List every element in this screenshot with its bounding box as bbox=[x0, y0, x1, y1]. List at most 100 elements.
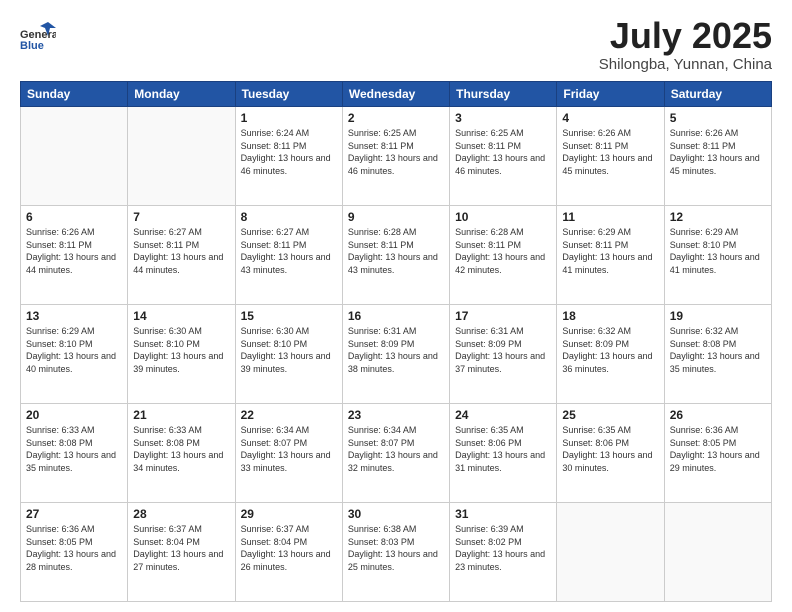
calendar-cell-w2d6: 19Sunrise: 6:32 AM Sunset: 8:08 PM Dayli… bbox=[664, 305, 771, 404]
day-number: 8 bbox=[241, 210, 337, 224]
day-info: Sunrise: 6:35 AM Sunset: 8:06 PM Dayligh… bbox=[562, 424, 658, 474]
day-number: 20 bbox=[26, 408, 122, 422]
day-info: Sunrise: 6:29 AM Sunset: 8:11 PM Dayligh… bbox=[562, 226, 658, 276]
day-number: 3 bbox=[455, 111, 551, 125]
day-info: Sunrise: 6:31 AM Sunset: 8:09 PM Dayligh… bbox=[455, 325, 551, 375]
day-number: 13 bbox=[26, 309, 122, 323]
day-info: Sunrise: 6:37 AM Sunset: 8:04 PM Dayligh… bbox=[133, 523, 229, 573]
day-info: Sunrise: 6:27 AM Sunset: 8:11 PM Dayligh… bbox=[241, 226, 337, 276]
calendar-cell-w1d4: 10Sunrise: 6:28 AM Sunset: 8:11 PM Dayli… bbox=[450, 206, 557, 305]
calendar-cell-w2d5: 18 Sunrise: 6:32 AM Sunset: 8:09 PM Dayli… bbox=[557, 305, 664, 404]
day-number: 1 bbox=[241, 111, 337, 125]
day-info: Sunrise: 6:36 AM Sunset: 8:05 PM Dayligh… bbox=[670, 424, 766, 474]
day-number: 17 bbox=[455, 309, 551, 323]
calendar-cell-w3d2: 22Sunrise: 6:34 AM Sunset: 8:07 PM Dayli… bbox=[235, 404, 342, 503]
day-info: Sunrise: 6:29 AM Sunset: 8:10 PM Dayligh… bbox=[670, 226, 766, 276]
day-number: 10 bbox=[455, 210, 551, 224]
calendar-cell-w3d4: 24Sunrise: 6:35 AM Sunset: 8:06 PM Dayli… bbox=[450, 404, 557, 503]
day-info: Sunrise: 6:33 AM Sunset: 8:08 PM Dayligh… bbox=[133, 424, 229, 474]
calendar-cell-w3d3: 23 Sunrise: 6:34 AM Sunset: 8:07 PM Dayli… bbox=[342, 404, 449, 503]
calendar-cell-w1d6: 12 Sunrise: 6:29 AM Sunset: 8:10 PM Dayli… bbox=[664, 206, 771, 305]
day-info: Sunrise: 6:32 AM Sunset: 8:08 PM Dayligh… bbox=[670, 325, 766, 375]
day-number: 22 bbox=[241, 408, 337, 422]
calendar-cell-w0d2: 1 Sunrise: 6:24 AM Sunset: 8:11 PM Daylig… bbox=[235, 107, 342, 206]
calendar-cell-w4d4: 31 Sunrise: 6:39 AM Sunset: 8:02 PM Dayli… bbox=[450, 503, 557, 602]
day-number: 24 bbox=[455, 408, 551, 422]
day-info: Sunrise: 6:38 AM Sunset: 8:03 PM Dayligh… bbox=[348, 523, 444, 573]
day-number: 26 bbox=[670, 408, 766, 422]
day-number: 15 bbox=[241, 309, 337, 323]
weekday-header-wednesday: Wednesday bbox=[342, 82, 449, 107]
day-number: 28 bbox=[133, 507, 229, 521]
header: General Blue July 2025 Shilongba, Yunnan… bbox=[20, 18, 772, 73]
weekday-header-friday: Friday bbox=[557, 82, 664, 107]
day-number: 7 bbox=[133, 210, 229, 224]
day-number: 27 bbox=[26, 507, 122, 521]
calendar-cell-w1d2: 8 Sunrise: 6:27 AM Sunset: 8:11 PM Daylig… bbox=[235, 206, 342, 305]
title-month: July 2025 bbox=[599, 18, 772, 54]
weekday-header-saturday: Saturday bbox=[664, 82, 771, 107]
weekday-header-monday: Monday bbox=[128, 82, 235, 107]
day-info: Sunrise: 6:26 AM Sunset: 8:11 PM Dayligh… bbox=[670, 127, 766, 177]
day-number: 16 bbox=[348, 309, 444, 323]
day-number: 18 bbox=[562, 309, 658, 323]
calendar-cell-w3d6: 26 Sunrise: 6:36 AM Sunset: 8:05 PM Dayli… bbox=[664, 404, 771, 503]
day-info: Sunrise: 6:28 AM Sunset: 8:11 PM Dayligh… bbox=[348, 226, 444, 276]
day-number: 4 bbox=[562, 111, 658, 125]
day-info: Sunrise: 6:25 AM Sunset: 8:11 PM Dayligh… bbox=[348, 127, 444, 177]
calendar-cell-w2d1: 14 Sunrise: 6:30 AM Sunset: 8:10 PM Dayli… bbox=[128, 305, 235, 404]
day-info: Sunrise: 6:30 AM Sunset: 8:10 PM Dayligh… bbox=[133, 325, 229, 375]
calendar-cell-w4d0: 27Sunrise: 6:36 AM Sunset: 8:05 PM Dayli… bbox=[21, 503, 128, 602]
day-number: 2 bbox=[348, 111, 444, 125]
day-info: Sunrise: 6:26 AM Sunset: 8:11 PM Dayligh… bbox=[562, 127, 658, 177]
calendar-cell-w0d6: 5 Sunrise: 6:26 AM Sunset: 8:11 PM Daylig… bbox=[664, 107, 771, 206]
day-info: Sunrise: 6:31 AM Sunset: 8:09 PM Dayligh… bbox=[348, 325, 444, 375]
day-info: Sunrise: 6:27 AM Sunset: 8:11 PM Dayligh… bbox=[133, 226, 229, 276]
calendar-cell-w1d1: 7 Sunrise: 6:27 AM Sunset: 8:11 PM Daylig… bbox=[128, 206, 235, 305]
calendar-cell-w3d5: 25 Sunrise: 6:35 AM Sunset: 8:06 PM Dayli… bbox=[557, 404, 664, 503]
calendar-cell-w1d5: 11 Sunrise: 6:29 AM Sunset: 8:11 PM Dayli… bbox=[557, 206, 664, 305]
day-number: 29 bbox=[241, 507, 337, 521]
day-info: Sunrise: 6:34 AM Sunset: 8:07 PM Dayligh… bbox=[348, 424, 444, 474]
calendar-cell-w0d5: 4 Sunrise: 6:26 AM Sunset: 8:11 PM Daylig… bbox=[557, 107, 664, 206]
calendar-cell-w2d3: 16 Sunrise: 6:31 AM Sunset: 8:09 PM Dayli… bbox=[342, 305, 449, 404]
day-info: Sunrise: 6:39 AM Sunset: 8:02 PM Dayligh… bbox=[455, 523, 551, 573]
day-number: 23 bbox=[348, 408, 444, 422]
day-number: 9 bbox=[348, 210, 444, 224]
day-number: 21 bbox=[133, 408, 229, 422]
day-info: Sunrise: 6:30 AM Sunset: 8:10 PM Dayligh… bbox=[241, 325, 337, 375]
calendar-cell-w4d2: 29 Sunrise: 6:37 AM Sunset: 8:04 PM Dayli… bbox=[235, 503, 342, 602]
calendar-cell-w1d0: 6Sunrise: 6:26 AM Sunset: 8:11 PM Daylig… bbox=[21, 206, 128, 305]
day-number: 14 bbox=[133, 309, 229, 323]
day-number: 12 bbox=[670, 210, 766, 224]
title-location: Shilongba, Yunnan, China bbox=[599, 56, 772, 73]
calendar-cell-w4d6 bbox=[664, 503, 771, 602]
calendar-cell-w2d2: 15 Sunrise: 6:30 AM Sunset: 8:10 PM Dayli… bbox=[235, 305, 342, 404]
day-number: 25 bbox=[562, 408, 658, 422]
calendar-cell-w2d4: 17 Sunrise: 6:31 AM Sunset: 8:09 PM Dayli… bbox=[450, 305, 557, 404]
day-info: Sunrise: 6:37 AM Sunset: 8:04 PM Dayligh… bbox=[241, 523, 337, 573]
calendar-cell-w3d1: 21 Sunrise: 6:33 AM Sunset: 8:08 PM Dayli… bbox=[128, 404, 235, 503]
calendar-cell-w0d4: 3 Sunrise: 6:25 AM Sunset: 8:11 PM Daylig… bbox=[450, 107, 557, 206]
calendar-cell-w4d3: 30 Sunrise: 6:38 AM Sunset: 8:03 PM Dayli… bbox=[342, 503, 449, 602]
day-info: Sunrise: 6:25 AM Sunset: 8:11 PM Dayligh… bbox=[455, 127, 551, 177]
day-info: Sunrise: 6:32 AM Sunset: 8:09 PM Dayligh… bbox=[562, 325, 658, 375]
logo-icon: General Blue bbox=[20, 18, 56, 54]
logo: General Blue bbox=[20, 18, 56, 54]
calendar-cell-w0d1 bbox=[128, 107, 235, 206]
calendar: SundayMondayTuesdayWednesdayThursdayFrid… bbox=[20, 81, 772, 602]
day-number: 30 bbox=[348, 507, 444, 521]
calendar-cell-w4d5 bbox=[557, 503, 664, 602]
svg-text:Blue: Blue bbox=[20, 40, 44, 52]
day-info: Sunrise: 6:33 AM Sunset: 8:08 PM Dayligh… bbox=[26, 424, 122, 474]
weekday-header-tuesday: Tuesday bbox=[235, 82, 342, 107]
calendar-cell-w2d0: 13Sunrise: 6:29 AM Sunset: 8:10 PM Dayli… bbox=[21, 305, 128, 404]
weekday-header-thursday: Thursday bbox=[450, 82, 557, 107]
title-block: July 2025 Shilongba, Yunnan, China bbox=[599, 18, 772, 73]
calendar-cell-w3d0: 20 Sunrise: 6:33 AM Sunset: 8:08 PM Dayli… bbox=[21, 404, 128, 503]
day-number: 11 bbox=[562, 210, 658, 224]
day-number: 5 bbox=[670, 111, 766, 125]
day-number: 31 bbox=[455, 507, 551, 521]
calendar-cell-w0d3: 2 Sunrise: 6:25 AM Sunset: 8:11 PM Daylig… bbox=[342, 107, 449, 206]
day-info: Sunrise: 6:24 AM Sunset: 8:11 PM Dayligh… bbox=[241, 127, 337, 177]
